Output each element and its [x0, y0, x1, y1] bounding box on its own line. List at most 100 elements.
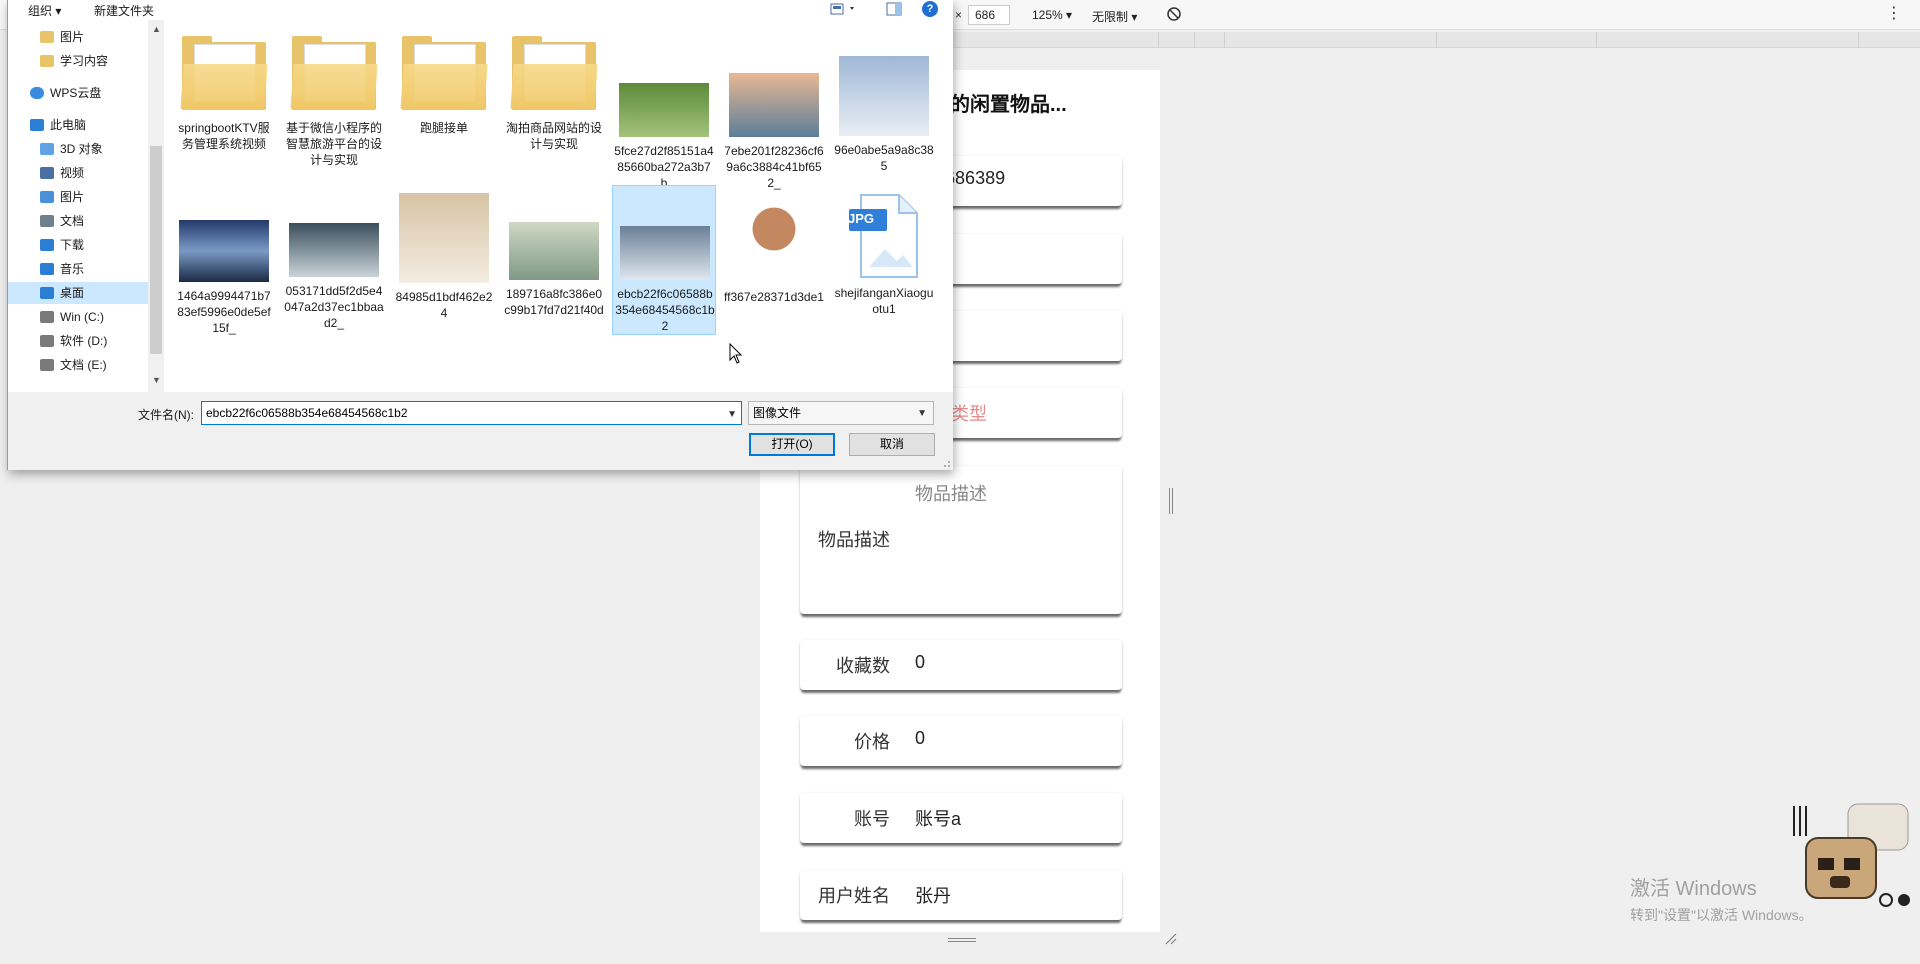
- price-field[interactable]: 价格 0: [800, 716, 1122, 766]
- height-input[interactable]: 686: [968, 5, 1010, 25]
- nav-item[interactable]: 文档: [8, 210, 148, 232]
- scroll-up-icon[interactable]: ▲: [152, 24, 161, 34]
- dog-mascot-sticker: [1793, 803, 1910, 907]
- nav-item-label: 文档 (E:): [60, 358, 107, 372]
- nav-item-label: 此电脑: [50, 118, 87, 132]
- screen: × 686 125% ▾ 无限制 ▾ ⋮ 的闲置物品... 335686389 …: [0, 0, 1920, 964]
- open-button[interactable]: 打开(O): [749, 433, 835, 456]
- file-name: 7ebe201f28236cf69a6c3884c41bf652_: [724, 144, 824, 190]
- nav-item[interactable]: 文档 (E:): [8, 354, 148, 376]
- file-name: 189716a8fc386e0c99b17fd7d21f40d: [504, 287, 604, 317]
- filename-label: 文件名(N):: [138, 408, 194, 422]
- nav-scroll-thumb[interactable]: [150, 146, 162, 354]
- new-folder-button[interactable]: 新建文件夹: [94, 2, 154, 19]
- image-thumbnail: [729, 193, 819, 283]
- desktop-icon: [40, 287, 54, 299]
- file-item[interactable]: ff367e28371d3de1: [722, 185, 826, 335]
- nav-item[interactable]: 此电脑: [8, 114, 148, 136]
- filetype-select[interactable]: 图像文件 ▼: [748, 401, 934, 425]
- nav-item-label: WPS云盘: [50, 86, 102, 100]
- media-query-ruler[interactable]: [952, 32, 1920, 48]
- nav-item-label: 图片: [60, 190, 85, 204]
- cancel-button[interactable]: 取消: [849, 433, 935, 456]
- nav-item[interactable]: 下载: [8, 234, 148, 256]
- view-options-icon[interactable]: [830, 2, 858, 16]
- dimension-separator: ×: [955, 8, 963, 22]
- zoom-select[interactable]: 125% ▾: [1032, 8, 1072, 22]
- folder-item[interactable]: 基于微信小程序的智慧旅游平台的设计与实现: [282, 28, 386, 178]
- file-item[interactable]: 189716a8fc386e0c99b17fd7d21f40d: [502, 185, 606, 335]
- dialog-toolbar: 组织 ▾ 新建文件夹 ?: [8, 0, 953, 20]
- favorites-field[interactable]: 收藏数 0: [800, 640, 1122, 690]
- image-thumbnail: [179, 220, 269, 282]
- description-field[interactable]: 物品描述 物品描述: [800, 466, 1122, 614]
- folder-item[interactable]: 跑腿接单: [392, 28, 496, 178]
- viewport-resize-grip-icon[interactable]: [1164, 932, 1178, 946]
- image-thumbnail: [729, 73, 819, 137]
- jpg-file-icon: [849, 194, 918, 278]
- file-name: shejifanganXiaoguotu1: [834, 286, 934, 316]
- throttle-select[interactable]: 无限制 ▾: [1092, 8, 1137, 25]
- page-title: 的闲置物品...: [950, 94, 1067, 116]
- file-item[interactable]: 1464a9994471b783ef5996e0de5ef15f_: [172, 185, 276, 335]
- file-item[interactable]: ebcb22f6c06588b354e68454568c1b2: [612, 185, 716, 335]
- folder-icon: [40, 55, 54, 67]
- folder-item[interactable]: springbootKTV服务管理系统视频: [172, 28, 276, 178]
- file-name: ebcb22f6c06588b354e68454568c1b2: [615, 287, 715, 333]
- folder-item[interactable]: 淘拍商品网站的设计与实现: [502, 28, 606, 178]
- organize-menu[interactable]: 组织 ▾: [28, 2, 61, 19]
- nav-item-label: 下载: [60, 238, 85, 252]
- nav-item[interactable]: WPS云盘: [8, 82, 148, 104]
- file-name: ff367e28371d3de1: [724, 290, 824, 304]
- account-value: 账号a: [915, 809, 962, 829]
- rotate-icon[interactable]: [1166, 6, 1182, 22]
- nav-item[interactable]: 图片: [8, 186, 148, 208]
- nav-item[interactable]: 桌面: [8, 282, 148, 304]
- nav-item[interactable]: Win (C:): [8, 306, 148, 328]
- account-field[interactable]: 账号 账号a: [800, 793, 1122, 843]
- file-item[interactable]: 5fce27d2f85151a485660ba272a3b7b: [612, 28, 716, 190]
- image-thumbnail: [509, 222, 599, 280]
- image-thumbnail: [619, 83, 709, 137]
- file-item[interactable]: 96e0abe5a9a8c385: [832, 28, 936, 178]
- viewport-height-handle[interactable]: [948, 938, 976, 942]
- drive-icon: [40, 335, 54, 347]
- folder-icon: [40, 31, 54, 43]
- drive-icon: [40, 311, 54, 323]
- file-item[interactable]: 7ebe201f28236cf69a6c3884c41bf652_: [722, 28, 826, 190]
- filename-input[interactable]: ebcb22f6c06588b354e68454568c1b2 ▼: [201, 401, 742, 425]
- preview-pane-icon[interactable]: [886, 2, 902, 16]
- file-name: 淘拍商品网站的设计与实现: [505, 121, 602, 151]
- filename-dropdown-icon[interactable]: ▼: [727, 404, 737, 426]
- image-thumbnail: [399, 193, 489, 283]
- favorites-label: 收藏数: [836, 656, 890, 676]
- cube-icon: [40, 143, 54, 155]
- file-name: 84985d1bdf462e24: [395, 290, 493, 320]
- nav-item[interactable]: 3D 对象: [8, 138, 148, 160]
- dialog-resize-grip-icon[interactable]: [941, 458, 951, 468]
- more-options-icon[interactable]: ⋮: [1886, 3, 1902, 23]
- help-icon[interactable]: ?: [922, 1, 938, 17]
- file-item[interactable]: 053171dd5f2d5e4047a2d37ec1bbaad2_: [282, 185, 386, 335]
- nav-item-label: 音乐: [60, 262, 85, 276]
- username-field[interactable]: 用户姓名 张丹: [800, 870, 1122, 920]
- nav-item[interactable]: 学习内容: [8, 50, 148, 72]
- nav-item-label: 图片: [60, 30, 85, 44]
- nav-item-label: 桌面: [60, 286, 85, 300]
- file-item[interactable]: 84985d1bdf462e24: [392, 185, 496, 335]
- favorites-value: 0: [915, 652, 926, 672]
- nav-scrollbar[interactable]: ▲ ▼: [148, 20, 164, 392]
- scroll-down-icon[interactable]: ▼: [152, 375, 161, 385]
- nav-item[interactable]: 图片: [8, 26, 148, 48]
- nav-item[interactable]: 视频: [8, 162, 148, 184]
- viewport-width-handle[interactable]: [1169, 488, 1173, 514]
- file-name: 5fce27d2f85151a485660ba272a3b7b: [614, 144, 714, 190]
- nav-item[interactable]: 软件 (D:): [8, 330, 148, 352]
- nav-item-label: 软件 (D:): [60, 334, 108, 348]
- download-icon: [40, 239, 54, 251]
- description-hint: 物品描述: [915, 484, 987, 504]
- file-item[interactable]: JPG shejifanganXiaoguotu1: [832, 185, 936, 335]
- folder-icon: [180, 36, 268, 110]
- cloud-icon: [30, 87, 44, 99]
- nav-item[interactable]: 音乐: [8, 258, 148, 280]
